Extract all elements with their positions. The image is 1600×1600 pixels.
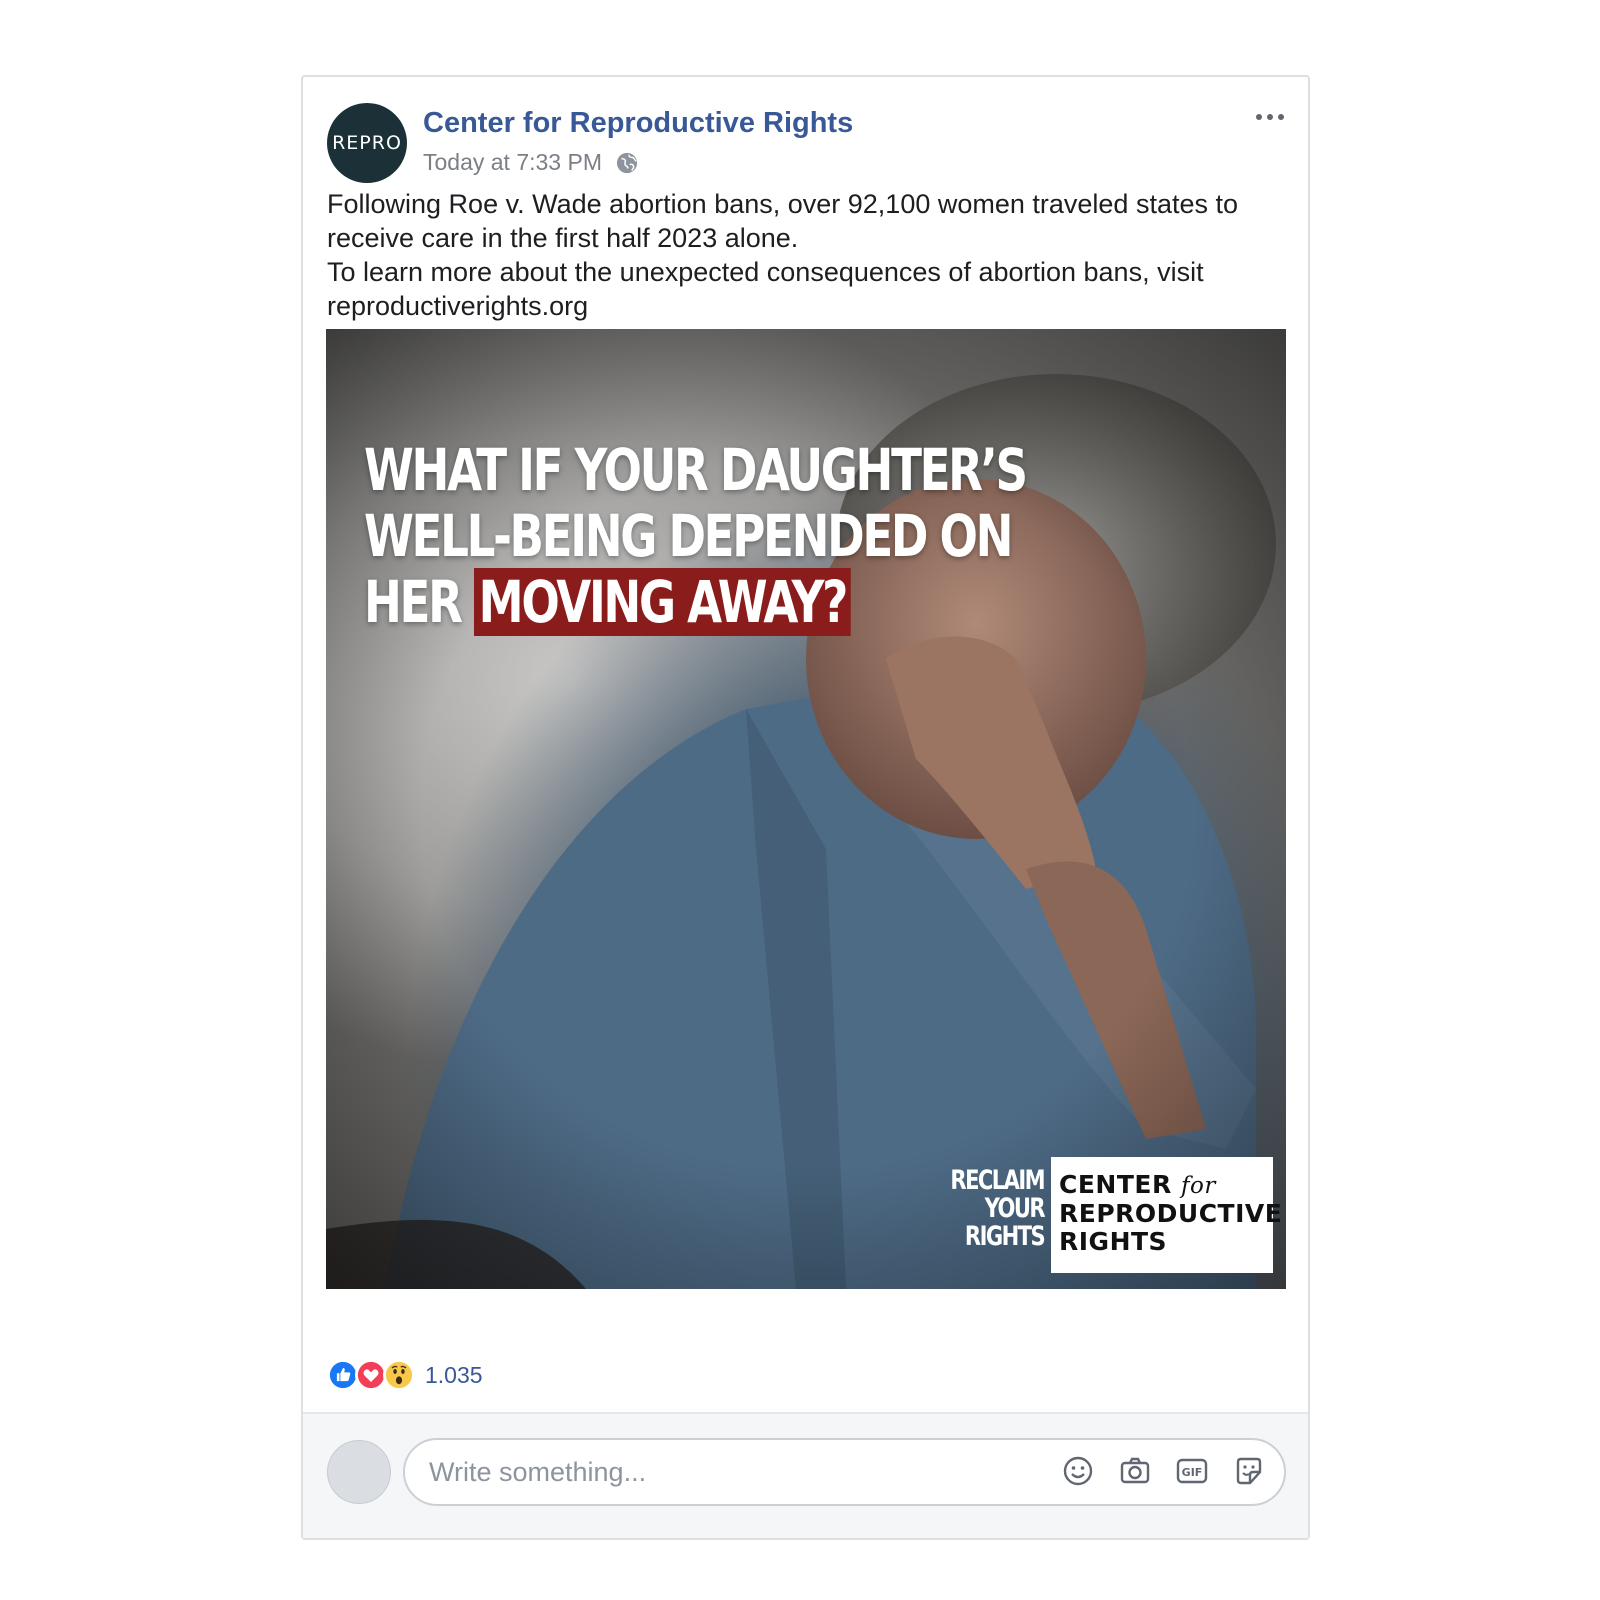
logo-word: REPRODUCTIVE — [1059, 1199, 1283, 1228]
headline-line: WHAT IF YOUR DAUGHTER’S — [364, 436, 1028, 504]
page-name-link[interactable]: Center for Reproductive Rights — [423, 107, 853, 140]
post-image[interactable]: WHAT IF YOUR DAUGHTER’S WELL-BEING DEPEN… — [326, 329, 1286, 1289]
comment-bar: GIF — [303, 1412, 1308, 1538]
reaction-count[interactable]: 1.035 — [425, 1362, 483, 1389]
emoji-icon[interactable] — [1061, 1454, 1095, 1488]
post-text-line: Following Roe v. Wade abortion bans, ove… — [327, 189, 1238, 253]
gif-icon[interactable]: GIF — [1175, 1454, 1209, 1488]
logo-word: RIGHTS — [1059, 1227, 1168, 1256]
post-meta: Today at 7:33 PM — [423, 149, 638, 176]
comment-box[interactable]: GIF — [403, 1438, 1286, 1506]
logo-for: for — [1180, 1173, 1216, 1199]
image-tagline: RECLAIM YOUR RIGHTS — [950, 1165, 1046, 1252]
organization-logo: CENTER for REPRODUCTIVE RIGHTS — [1051, 1157, 1283, 1273]
post-timestamp[interactable]: Today at 7:33 PM — [423, 149, 602, 176]
svg-text:GIF: GIF — [1182, 1466, 1203, 1479]
headline-word: HER — [364, 568, 463, 636]
tagline-line: YOUR — [984, 1193, 1046, 1224]
logo-word: CENTER — [1059, 1170, 1172, 1199]
post-card: REPRO Center for Reproductive Rights Tod… — [301, 75, 1310, 1540]
camera-icon[interactable] — [1118, 1454, 1152, 1488]
more-options-icon[interactable] — [1250, 105, 1290, 129]
reactions-summary[interactable]: 1.035 — [327, 1359, 483, 1391]
comment-tools: GIF — [1061, 1454, 1266, 1488]
wow-icon — [383, 1359, 415, 1391]
headline-line: HER MOVING AWAY? — [364, 568, 1026, 636]
tagline-line: RIGHTS — [964, 1221, 1046, 1252]
headline-highlight: MOVING AWAY? — [474, 568, 851, 636]
tagline-line: RECLAIM — [950, 1165, 1045, 1196]
user-avatar — [327, 1440, 391, 1504]
globe-icon[interactable] — [616, 152, 638, 174]
post-text: Following Roe v. Wade abortion bans, ove… — [327, 187, 1287, 323]
image-headline: WHAT IF YOUR DAUGHTER’S WELL-BEING DEPEN… — [364, 436, 1028, 636]
comment-input[interactable] — [429, 1456, 989, 1488]
headline-line: WELL-BEING DEPENDED ON — [364, 502, 1014, 570]
page-avatar[interactable]: REPRO — [327, 103, 407, 183]
post-text-line: To learn more about the unexpected conse… — [327, 257, 1204, 321]
avatar-label: REPRO — [332, 132, 402, 154]
sticker-icon[interactable] — [1232, 1454, 1266, 1488]
